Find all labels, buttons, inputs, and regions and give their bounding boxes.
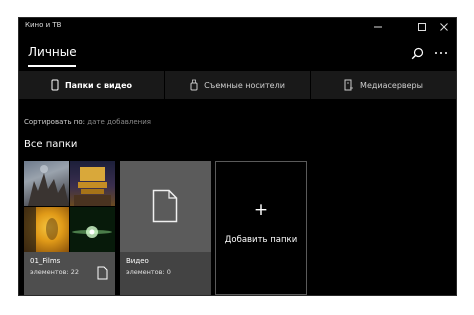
minimize-button[interactable] (366, 18, 390, 36)
tab-label: Медиасерверы (360, 80, 423, 90)
title-bar: Кино и ТВ (19, 18, 456, 36)
phone-icon (51, 79, 59, 91)
sort-label: Сортировать по: (24, 118, 86, 126)
search-button[interactable] (408, 44, 426, 62)
tab-label: Папки с видео (64, 80, 133, 90)
title-underline (28, 65, 76, 67)
figure-icon (24, 207, 58, 252)
studio-logo-icon (74, 167, 111, 206)
tab-removable-storage[interactable]: Съемные носители (165, 71, 311, 99)
city-silhouette-icon (28, 165, 69, 206)
folder-count: элементов: 22 (30, 268, 79, 276)
search-icon (411, 47, 423, 59)
light-flare-icon (72, 226, 112, 238)
thumbnail-image (70, 161, 115, 206)
add-folder-label: Добавить папки (224, 235, 298, 245)
folder-tile-films[interactable]: 01_Films элементов: 22 (24, 161, 115, 295)
folder-info: 01_Films элементов: 22 (24, 252, 115, 295)
folder-info: Видео элементов: 0 (120, 252, 211, 295)
folder-name: 01_Films (30, 257, 61, 265)
sort-value: дате добавления (87, 118, 151, 126)
folder-thumbnail-grid (24, 161, 115, 252)
tab-label: Съемные носители (204, 80, 285, 90)
folder-name: Видео (126, 257, 149, 265)
sort-control[interactable]: Сортировать по: дате добавления (24, 118, 151, 126)
section-title: Все папки (24, 139, 78, 150)
thumbnail-image (24, 207, 69, 252)
page-header: Личные (19, 36, 456, 69)
maximize-button[interactable] (410, 18, 434, 36)
folder-tile-video[interactable]: Видео элементов: 0 (120, 161, 211, 295)
app-title: Кино и ТВ (25, 21, 62, 29)
close-button[interactable] (432, 18, 456, 36)
tab-bar: Папки с видео Съемные носители Медиасерв… (19, 71, 456, 99)
more-icon (435, 52, 447, 54)
more-options-button[interactable] (432, 44, 450, 62)
page-title: Личные (28, 45, 77, 59)
document-icon (152, 189, 178, 223)
folder-thumbnail (120, 161, 211, 252)
usb-drive-icon (190, 79, 198, 91)
folder-file-icon (97, 266, 108, 280)
app-window: Кино и ТВ Личные Папки с видео Съемные н… (18, 17, 457, 296)
media-server-icon (344, 79, 354, 91)
tab-media-servers[interactable]: Медиасерверы (311, 71, 456, 99)
tab-video-folders[interactable]: Папки с видео (19, 71, 165, 99)
maximize-icon (418, 23, 426, 31)
close-icon (440, 23, 448, 31)
thumbnail-image (24, 161, 69, 206)
folder-count: элементов: 0 (126, 268, 171, 276)
add-folder-button[interactable]: + Добавить папки (215, 161, 307, 295)
plus-icon: + (253, 200, 269, 220)
minimize-icon (374, 26, 382, 28)
thumbnail-image (70, 207, 115, 252)
